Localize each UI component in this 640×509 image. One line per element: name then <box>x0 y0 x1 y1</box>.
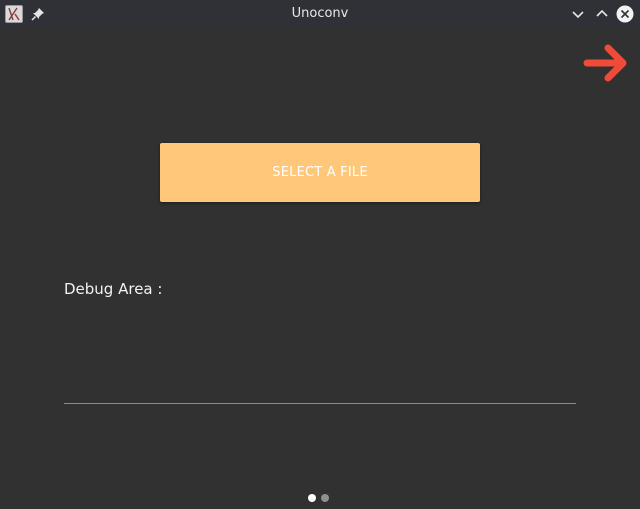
next-page-button[interactable] <box>582 42 630 84</box>
title-bar[interactable]: Unoconv <box>0 0 640 28</box>
maximize-button[interactable] <box>593 5 611 23</box>
arrow-right-icon <box>583 44 627 82</box>
select-file-button[interactable]: SELECT A FILE <box>160 143 480 202</box>
page-dot-2[interactable] <box>321 494 329 502</box>
app-window: Unoconv SELECT A FILE Debug Area : <box>0 0 640 509</box>
debug-area-label: Debug Area : <box>64 280 163 298</box>
chevron-down-icon <box>572 11 584 19</box>
close-icon <box>616 5 634 23</box>
page-indicator <box>308 494 329 503</box>
chevron-up-icon <box>596 9 608 17</box>
window-title: Unoconv <box>291 6 349 21</box>
debug-area-field[interactable] <box>64 305 576 404</box>
minimize-button[interactable] <box>569 5 587 23</box>
page-dot-1[interactable] <box>308 494 316 502</box>
close-button[interactable] <box>616 5 634 23</box>
